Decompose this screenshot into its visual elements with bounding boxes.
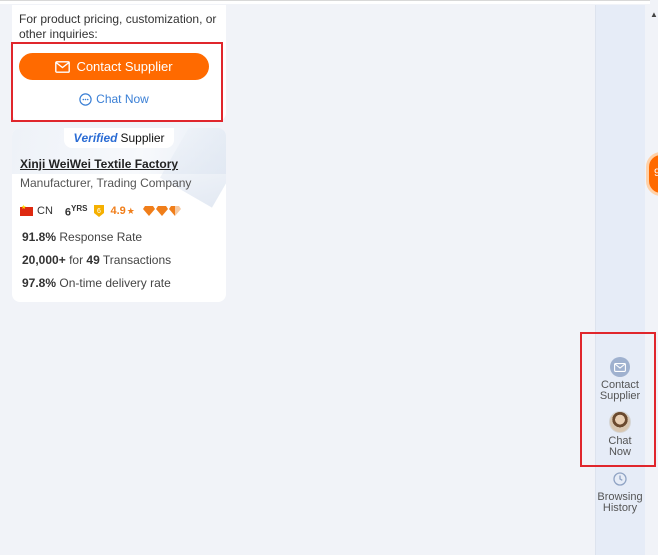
svg-text:6: 6 bbox=[98, 208, 102, 215]
verified-v: V bbox=[73, 131, 82, 145]
star-icon: ★ bbox=[126, 205, 135, 216]
transactions-count: 49 bbox=[86, 253, 100, 267]
scroll-up-arrow-icon[interactable]: ▲ bbox=[650, 10, 658, 19]
response-rate-label: Response Rate bbox=[59, 230, 143, 244]
verified-word: erified bbox=[81, 131, 118, 145]
on-time-label: On-time delivery rate bbox=[59, 276, 171, 290]
response-rate-value: 91.8% bbox=[22, 230, 57, 244]
transactions-label: Transactions bbox=[102, 253, 172, 267]
years-badge: 6YRS bbox=[65, 204, 88, 219]
transactions-for: for bbox=[69, 253, 84, 267]
verified-supplier-badge: Verified Supplier bbox=[64, 128, 174, 148]
country-code: CN bbox=[37, 205, 53, 217]
top-divider bbox=[0, 0, 650, 4]
transactions-amount: 20,000+ bbox=[22, 253, 66, 267]
company-type: Manufacturer, Trading Company bbox=[20, 176, 192, 190]
supplier-card: Verified Supplier Xinji WeiWei Textile F… bbox=[12, 128, 226, 302]
supplier-word: Supplier bbox=[120, 131, 165, 145]
floating-badge-text: 9 bbox=[654, 167, 658, 179]
highlight-box-inquiry bbox=[11, 42, 223, 122]
on-time-value: 97.8% bbox=[22, 276, 57, 290]
transactions: 20,000+ for 49 Transactions bbox=[22, 253, 171, 267]
rail-browsing-history[interactable]: Browsing History bbox=[596, 472, 644, 514]
years-unit: YRS bbox=[71, 203, 88, 213]
on-time-delivery: 97.8% On-time delivery rate bbox=[22, 276, 171, 290]
rating-value: 4.9 bbox=[110, 205, 126, 217]
diamond-icon bbox=[155, 206, 168, 216]
floating-badge[interactable]: 9 bbox=[646, 152, 658, 196]
clock-icon bbox=[613, 472, 627, 486]
response-rate: 91.8% Response Rate bbox=[22, 230, 142, 244]
diamond-rating bbox=[142, 206, 181, 216]
diamond-icon bbox=[142, 206, 155, 216]
gold-supplier-icon: 6 bbox=[94, 205, 105, 217]
highlight-box-rail bbox=[580, 332, 656, 467]
supplier-badges: CN 6YRS 6 4.9 ★ bbox=[20, 204, 181, 218]
china-flag-icon bbox=[20, 204, 33, 216]
inquiry-prompt: For product pricing, customization, or o… bbox=[19, 12, 217, 41]
company-name-link[interactable]: Xinji WeiWei Textile Factory bbox=[20, 157, 178, 171]
half-diamond-icon bbox=[168, 206, 181, 216]
rail-history-label-2: History bbox=[602, 502, 638, 514]
